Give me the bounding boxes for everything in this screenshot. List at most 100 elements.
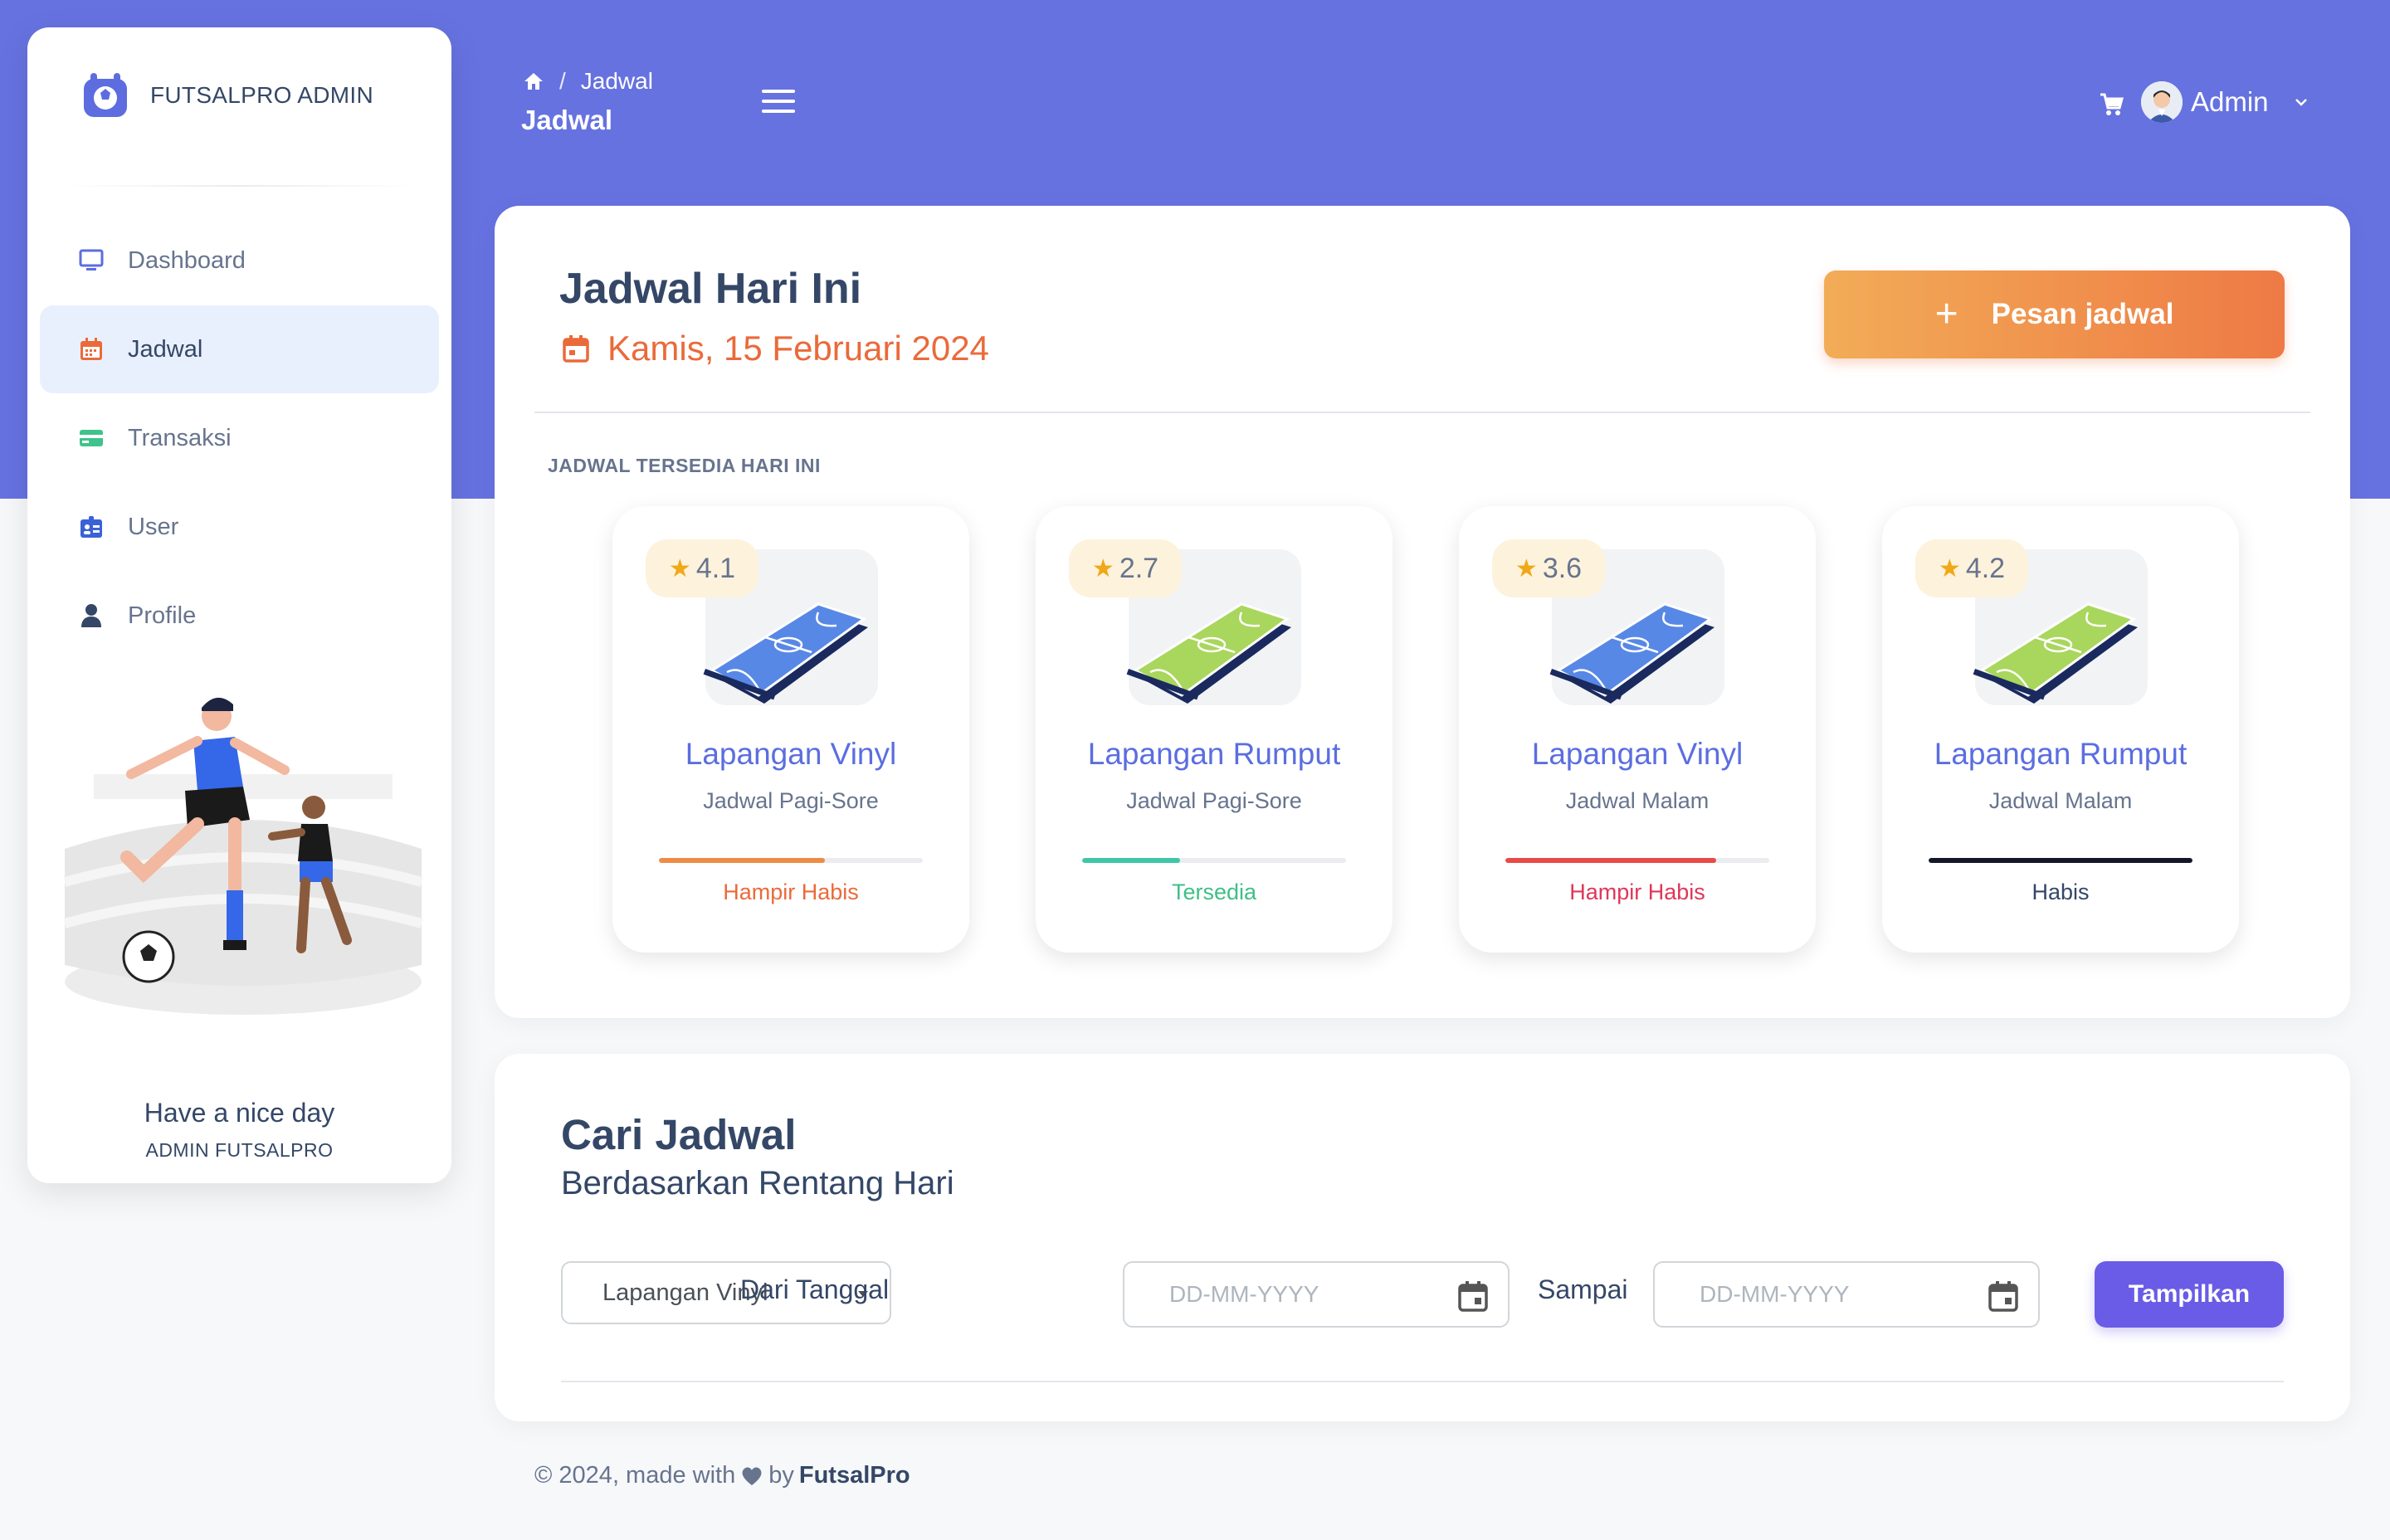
sidebar: FUTSALPRO ADMIN Dashboard Jadwal Transak… [27, 27, 451, 1183]
id-badge-icon [78, 514, 105, 540]
court-status: Tersedia [1171, 880, 1257, 904]
court-schedule: Jadwal Pagi-Sore [1126, 788, 1302, 813]
availability-fill [1929, 858, 2192, 863]
from-date-label: Dari Tanggal [740, 1274, 890, 1304]
court-schedule: Jadwal Malam [1988, 788, 2133, 813]
court-card[interactable]: ★ 4.2 Lapangan Rumput Jadwal Malam Habis [1882, 506, 2239, 953]
greeting: Have a nice day [144, 1098, 335, 1128]
court-status: Hampir Habis [723, 880, 859, 904]
user-menu[interactable]: Admin [2141, 81, 2310, 123]
rating-value: 4.1 [695, 552, 736, 584]
divider [61, 185, 418, 187]
sidebar-item-label: Transaksi [128, 424, 232, 451]
today-schedule-card: Jadwal Hari Ini Kamis, 15 Februari 2024 … [495, 206, 2350, 1018]
calendar-icon[interactable] [1987, 1279, 2020, 1313]
brand-name: FUTSALPRO ADMIN [150, 82, 373, 108]
sidebar-item-transaksi[interactable]: Transaksi [40, 394, 439, 482]
court-status: Hampir Habis [1569, 880, 1705, 904]
court-card[interactable]: ★ 2.7 Lapangan Rumput Jadwal Pagi-Sore Terse… [1036, 506, 1393, 953]
cart-icon[interactable] [2098, 91, 2124, 118]
sidebar-item-jadwal[interactable]: Jadwal [40, 305, 439, 393]
greeting-subtitle: ADMIN FUTSALPRO [145, 1139, 334, 1161]
court-name: Lapangan Vinyl [1531, 737, 1744, 771]
today-title: Jadwal Hari Ini [559, 265, 862, 313]
today-date-text: Kamis, 15 Februari 2024 [607, 329, 989, 368]
rating-value: 3.6 [1542, 552, 1583, 584]
star-icon: ★ [1514, 554, 1538, 582]
futsal-field-icon [703, 602, 868, 704]
breadcrumb-current: Jadwal [580, 68, 653, 94]
rating-value: 2.7 [1119, 552, 1159, 584]
footer-brand-link[interactable]: FutsalPro [799, 1462, 910, 1489]
futsal-field-icon [1549, 602, 1714, 704]
to-date-input[interactable]: DD-MM-YYYY [1653, 1261, 2040, 1328]
show-button[interactable]: Tampilkan [2095, 1261, 2284, 1328]
calendar-icon [563, 335, 589, 363]
sidebar-item-user[interactable]: User [40, 483, 439, 571]
monitor-icon [78, 247, 105, 274]
court-card[interactable]: ★ 4.1 Lapangan Vinyl Jadwal Pagi-Sore Hampir… [612, 506, 969, 953]
court-name: Lapangan Rumput [1934, 737, 2188, 771]
futsal-field-icon [1973, 602, 2138, 704]
court-schedule: Jadwal Malam [1565, 788, 1710, 813]
availability-bar [1082, 858, 1346, 863]
sidebar-item-profile[interactable]: Profile [40, 572, 439, 660]
footer-by: by [768, 1462, 794, 1489]
from-date-input[interactable]: DD-MM-YYYY [1123, 1261, 1510, 1328]
rating-badge: ★ 2.7 [1069, 539, 1182, 597]
rating-badge: ★ 4.2 [1915, 539, 2028, 597]
football-players-illustration [63, 697, 423, 1015]
divider [534, 412, 2310, 413]
sidebar-item-label: User [128, 513, 179, 540]
to-date-label: Sampai [1538, 1274, 1628, 1304]
availability-fill [1505, 858, 1717, 863]
court-name: Lapangan Vinyl [685, 737, 897, 771]
star-icon: ★ [1938, 554, 1961, 582]
footer-prefix: © 2024, made with [534, 1462, 736, 1489]
breadcrumb: / Jadwal [523, 68, 653, 95]
sidebar-nav: Dashboard Jadwal Transaksi User Profile [40, 217, 439, 660]
star-icon: ★ [668, 554, 691, 582]
breadcrumb-separator: / [559, 68, 566, 94]
search-schedule-card: Cari Jadwal Berdasarkan Rentang Hari Lap… [495, 1054, 2350, 1421]
divider [561, 1381, 2284, 1382]
chevron-down-icon [2295, 99, 2307, 106]
calendar-icon [78, 336, 105, 363]
rating-badge: ★ 3.6 [1492, 539, 1605, 597]
search-subtitle: Berdasarkan Rentang Hari [561, 1165, 954, 1201]
heart-icon [742, 1466, 762, 1485]
section-label: JADWAL TERSEDIA HARI INI [548, 455, 821, 476]
sidebar-item-label: Profile [128, 602, 197, 629]
star-icon: ★ [1091, 554, 1115, 582]
sidebar-item-label: Jadwal [128, 335, 203, 363]
availability-fill [1082, 858, 1180, 863]
court-name: Lapangan Rumput [1087, 737, 1341, 771]
availability-bar [1929, 858, 2192, 863]
futsal-field-icon [1126, 602, 1291, 704]
book-schedule-label: Pesan jadwal [1991, 298, 2174, 330]
book-schedule-button[interactable]: + Pesan jadwal [1824, 270, 2285, 358]
rating-value: 4.2 [1965, 552, 2006, 584]
sidebar-item-dashboard[interactable]: Dashboard [40, 217, 439, 305]
menu-toggle-icon[interactable] [762, 90, 795, 115]
court-card[interactable]: ★ 3.6 Lapangan Vinyl Jadwal Malam Hampir Hab… [1459, 506, 1816, 953]
home-icon[interactable] [523, 71, 544, 91]
from-date-placeholder: DD-MM-YYYY [1169, 1281, 1319, 1307]
availability-fill [659, 858, 826, 863]
rating-badge: ★ 4.1 [646, 539, 758, 597]
person-icon [78, 602, 105, 629]
user-name: Admin [2191, 86, 2269, 117]
footer: © 2024, made with by FutsalPro [534, 1462, 910, 1489]
plus-icon: + [1934, 292, 1958, 336]
court-status: Habis [2032, 880, 2090, 904]
to-date-placeholder: DD-MM-YYYY [1700, 1281, 1850, 1307]
futsal-logo-icon [84, 73, 127, 117]
avatar [2141, 81, 2183, 123]
today-date: Kamis, 15 Februari 2024 [563, 329, 989, 368]
availability-bar [1505, 858, 1769, 863]
credit-card-icon [78, 425, 105, 451]
availability-bar [659, 858, 923, 863]
sidebar-item-label: Dashboard [128, 246, 246, 274]
calendar-icon[interactable] [1456, 1279, 1490, 1313]
brand[interactable]: FUTSALPRO ADMIN [80, 71, 373, 120]
